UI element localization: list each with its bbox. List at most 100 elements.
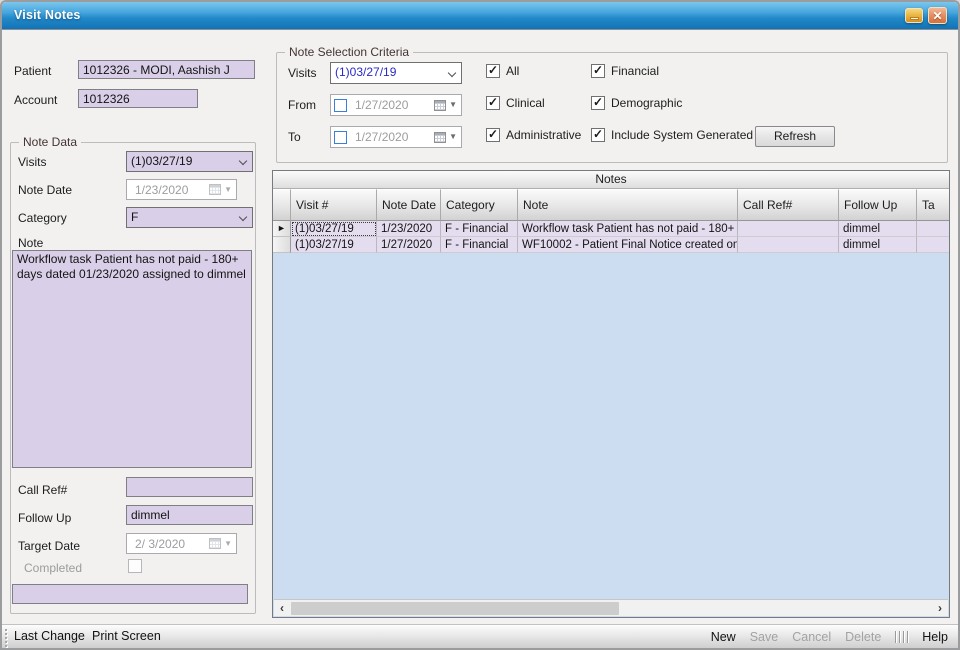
follow-up-field[interactable]: dimmel xyxy=(126,505,253,525)
header-follow-up[interactable]: Follow Up xyxy=(839,189,917,221)
criteria-visits-label: Visits xyxy=(288,66,316,80)
notes-table-header: Visit # Note Date Category Note Call Ref… xyxy=(273,189,949,221)
cell-note-date[interactable]: 1/27/2020 xyxy=(377,237,441,253)
to-date-value: 1/27/2020 xyxy=(347,130,434,144)
checkbox-icon: ✓ xyxy=(486,96,500,110)
cell-note[interactable]: Workflow task Patient has not paid - 180… xyxy=(518,221,738,237)
check-icon: ✓ xyxy=(488,64,498,76)
visit-notes-window: Visit Notes ✕ Patient 1012326 - MODI, Aa… xyxy=(0,0,960,650)
dropdown-arrow-icon: ▼ xyxy=(449,133,457,141)
call-ref-field[interactable] xyxy=(126,477,253,497)
refresh-button[interactable]: Refresh xyxy=(755,126,835,147)
cell-target[interactable] xyxy=(917,237,949,253)
note-date-value: 1/23/2020 xyxy=(127,183,209,197)
header-note-date[interactable]: Note Date xyxy=(377,189,441,221)
cell-note-date[interactable]: 1/23/2020 xyxy=(377,221,441,237)
notes-table: Notes Visit # Note Date Category Note Ca… xyxy=(272,170,950,618)
minimize-button[interactable] xyxy=(905,8,923,23)
table-row[interactable]: ► (1)03/27/19 1/23/2020 F - Financial Wo… xyxy=(273,221,949,237)
scroll-right-icon[interactable]: › xyxy=(932,601,948,615)
print-screen-button[interactable]: Print Screen xyxy=(92,625,161,648)
cell-category[interactable]: F - Financial xyxy=(441,221,518,237)
cell-follow-up[interactable]: dimmel xyxy=(839,221,917,237)
header-row-selector xyxy=(273,189,291,221)
cell-visit[interactable]: (1)03/27/19 xyxy=(291,237,377,253)
visits-combo[interactable]: (1)03/27/19 xyxy=(126,151,253,172)
from-date-picker[interactable]: 1/27/2020 ▼ xyxy=(330,94,462,116)
close-button[interactable]: ✕ xyxy=(928,7,947,24)
cell-follow-up[interactable]: dimmel xyxy=(839,237,917,253)
checkbox-financial[interactable]: ✓ Financial xyxy=(591,64,659,78)
statusbar-grip[interactable] xyxy=(895,631,908,643)
criteria-visits-value: (1)03/27/19 xyxy=(335,65,396,79)
delete-button: Delete xyxy=(845,630,881,644)
cell-category[interactable]: F - Financial xyxy=(441,237,518,253)
category-label: Category xyxy=(18,211,67,225)
cell-visit[interactable]: (1)03/27/19 xyxy=(291,221,377,237)
horizontal-scrollbar[interactable]: ‹ › xyxy=(274,599,948,616)
chevron-down-icon xyxy=(239,157,247,165)
checkbox-icon: ✓ xyxy=(486,128,500,142)
checkbox-icon: ✓ xyxy=(486,64,500,78)
row-selector-cell[interactable] xyxy=(273,237,291,253)
check-icon: ✓ xyxy=(593,96,603,108)
checkbox-icon: ✓ xyxy=(591,96,605,110)
checkbox-label: Administrative xyxy=(506,128,581,142)
calendar-icon xyxy=(434,100,446,111)
checkbox-demographic[interactable]: ✓ Demographic xyxy=(591,96,682,110)
note-textarea[interactable]: Workflow task Patient has not paid - 180… xyxy=(12,250,252,468)
cell-call-ref[interactable] xyxy=(738,221,839,237)
statusbar-actions: New Save Cancel Delete Help xyxy=(711,625,948,649)
header-visit[interactable]: Visit # xyxy=(291,189,377,221)
table-row[interactable]: (1)03/27/19 1/27/2020 F - Financial WF10… xyxy=(273,237,949,253)
last-change-button[interactable]: Last Change xyxy=(14,625,85,648)
cell-target[interactable] xyxy=(917,221,949,237)
dropdown-arrow-icon: ▼ xyxy=(224,186,232,194)
cell-call-ref[interactable] xyxy=(738,237,839,253)
header-category[interactable]: Category xyxy=(441,189,518,221)
checkbox-clinical[interactable]: ✓ Clinical xyxy=(486,96,545,110)
checkbox-administrative[interactable]: ✓ Administrative xyxy=(486,128,581,142)
save-button: Save xyxy=(750,630,779,644)
notes-table-caption: Notes xyxy=(273,171,949,189)
to-date-picker[interactable]: 1/27/2020 ▼ xyxy=(330,126,462,148)
to-label: To xyxy=(288,130,301,144)
to-date-icons: ▼ xyxy=(434,132,461,143)
checkbox-include-system-generated[interactable]: ✓ Include System Generated xyxy=(591,128,753,142)
check-icon: ✓ xyxy=(593,64,603,76)
criteria-visits-combo[interactable]: (1)03/27/19 xyxy=(330,62,462,84)
patient-field[interactable]: 1012326 - MODI, Aashish J xyxy=(78,60,255,79)
check-icon: ✓ xyxy=(593,128,603,140)
header-target[interactable]: Ta xyxy=(917,189,949,221)
from-date-checkbox[interactable] xyxy=(334,99,347,112)
header-call-ref[interactable]: Call Ref# xyxy=(738,189,839,221)
call-ref-label: Call Ref# xyxy=(18,483,67,497)
from-date-icons: ▼ xyxy=(434,100,461,111)
note-data-group-label: Note Data xyxy=(19,135,81,149)
checkbox-label: Include System Generated xyxy=(611,128,753,142)
extra-field[interactable] xyxy=(12,584,248,604)
category-combo[interactable]: F xyxy=(126,207,253,228)
row-selector-cell[interactable]: ► xyxy=(273,221,291,237)
account-label: Account xyxy=(14,93,57,107)
scrollbar-thumb[interactable] xyxy=(291,602,619,615)
statusbar-grip[interactable] xyxy=(5,629,7,647)
header-note[interactable]: Note xyxy=(518,189,738,221)
dropdown-arrow-icon: ▼ xyxy=(224,540,232,548)
to-date-checkbox[interactable] xyxy=(334,131,347,144)
account-field[interactable]: 1012326 xyxy=(78,89,198,108)
category-combo-value: F xyxy=(131,210,138,224)
scroll-left-icon[interactable]: ‹ xyxy=(274,601,290,615)
cell-note[interactable]: WF10002 - Patient Final Notice created o… xyxy=(518,237,738,253)
chevron-down-icon xyxy=(239,213,247,221)
title-bar[interactable]: Visit Notes ✕ xyxy=(2,2,958,30)
help-button[interactable]: Help xyxy=(922,630,948,644)
new-button[interactable]: New xyxy=(711,630,736,644)
follow-up-label: Follow Up xyxy=(18,511,71,525)
note-label: Note xyxy=(18,236,43,250)
checkbox-label: Demographic xyxy=(611,96,682,110)
target-date-icons: ▼ xyxy=(209,538,236,549)
checkbox-icon: ✓ xyxy=(591,128,605,142)
target-date-picker: 2/ 3/2020 ▼ xyxy=(126,533,237,554)
checkbox-all[interactable]: ✓ All xyxy=(486,64,519,78)
